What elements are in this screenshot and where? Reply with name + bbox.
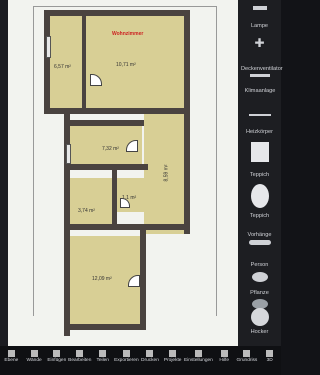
person-icon [251,272,268,282]
toolbar-item-exportieren[interactable]: Exportieren [114,346,139,375]
window-left-top[interactable] [46,36,51,58]
dimension-line-left [33,6,34,316]
toolbar-item-einstellungen[interactable]: Einstellungen [184,346,213,375]
stool-icon [250,308,269,326]
share-icon [99,350,107,357]
panel-item-person[interactable]: Person [238,254,281,284]
ceiling-fan-icon: ✚ [254,36,265,50]
projects-icon [169,350,177,357]
toolbar-item-einfuegen[interactable]: Einfügen [45,346,68,375]
toolbar-item-hilfe[interactable]: Hilfe [213,346,236,375]
lamp-icon [252,6,267,10]
radiator-icon [248,114,271,116]
settings-icon [194,350,202,357]
toolbar-item-waende[interactable]: Wände [23,346,46,375]
wall-bottom[interactable] [64,324,146,330]
panel-item-lamp[interactable]: Lampe [238,4,281,34]
help-icon [220,350,228,357]
panel-item-air-conditioner[interactable]: Klimaanlage [238,68,281,104]
object-panel: Lampe ✚ Deckenventilator Klimaanlage Hei… [238,0,283,346]
panel-item-rug-round[interactable]: Teppich [238,182,281,226]
room-bath[interactable] [70,178,112,224]
edit-icon [76,350,84,357]
panel-item-ceiling-fan[interactable]: ✚ Deckenventilator [238,32,283,72]
rug-rect-icon [250,142,269,162]
toolbar-item-projekte[interactable]: Projekte [161,346,184,375]
print-icon [146,350,154,357]
layers-icon [7,350,15,357]
wall-mid-bottom[interactable] [64,164,148,170]
bottom-toolbar: Ebene Wände Einfügen Bearbeiten Teilen E… [0,346,281,375]
floor-plan-canvas[interactable]: 6,57 m² Wohnzimmer 10,71 m² 7,32 m² 8,59… [8,0,238,346]
room-bottom-size: 12,09 m² [92,276,112,282]
panel-item-radiator[interactable]: Heizkörper [238,108,281,140]
toolbar-item-3d[interactable]: 3D [258,346,281,375]
panel-item-rug-rect[interactable]: Teppich [238,140,281,182]
toolbar-item-grundriss[interactable]: Grundriss [236,346,259,375]
dimension-line-top [33,6,216,7]
walls-icon [30,350,38,357]
room-left[interactable] [50,16,82,108]
wall-lower-horizontal[interactable] [64,224,190,230]
panel-item-plant[interactable]: Pflanze [238,284,281,309]
room-wohnzimmer-size: 10,71 m² [116,62,136,68]
3d-icon [266,350,274,357]
room-mid-size: 7,32 m² [102,146,119,152]
toolbar-item-teilen[interactable]: Teilen [91,346,114,375]
window-left-mid[interactable] [66,144,71,164]
floorplan-icon [243,350,251,357]
room-left-size: 6,57 m² [54,64,71,70]
device-bezel [0,0,8,375]
curtains-icon [248,240,271,245]
toolbar-item-drucken[interactable]: Drucken [139,346,162,375]
toolbar-item-ebene[interactable]: Ebene [0,346,23,375]
wall-mid-top[interactable] [64,120,144,126]
room-bath-size: 3,74 m² [78,208,95,214]
toolbar-item-bearbeiten[interactable]: Bearbeiten [68,346,91,375]
air-conditioner-icon [249,74,270,77]
insert-icon [53,350,61,357]
rug-round-icon [250,184,269,208]
room-corridor-size: 8,59 m² [163,164,170,182]
dimension-line-right [216,6,217,316]
panel-item-stool[interactable]: Hocker [238,306,281,342]
wall-lower-right[interactable] [140,224,146,330]
room-wohnzimmer-label: Wohnzimmer [112,31,144,37]
wall-right-top[interactable] [184,10,190,234]
export-icon [122,350,130,357]
panel-item-curtains[interactable]: Vorhänge [238,226,281,256]
